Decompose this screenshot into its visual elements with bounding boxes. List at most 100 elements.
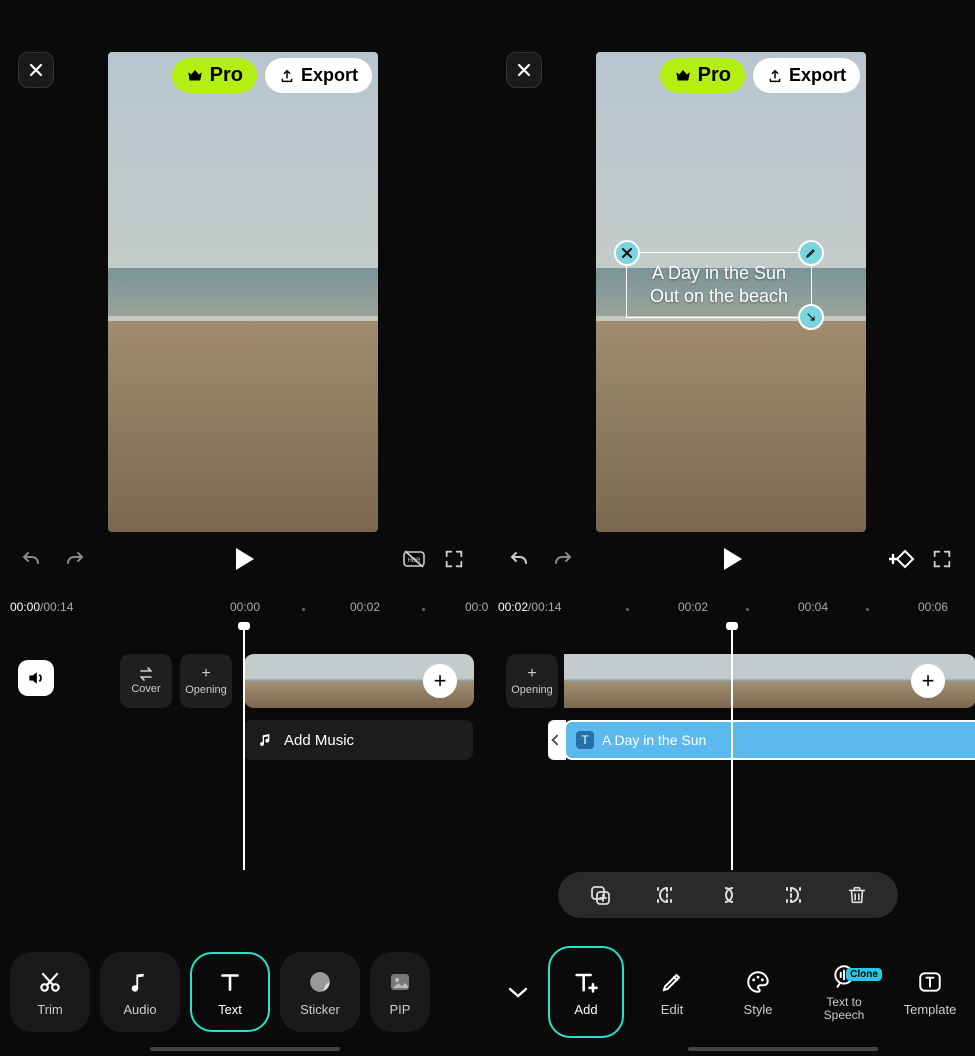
split-left-button[interactable] — [651, 884, 677, 906]
opening-label: Opening — [185, 684, 227, 696]
redo-button[interactable] — [60, 544, 90, 574]
ruler-tick: 00:0 — [465, 600, 488, 614]
split-button[interactable] — [716, 884, 742, 906]
text-clip-label: A Day in the Sun — [602, 732, 706, 748]
upload-icon — [279, 68, 295, 84]
opening-button[interactable]: + Opening — [506, 654, 558, 708]
audio-tool[interactable]: Audio — [100, 952, 180, 1032]
time-ruler: 00:02/00:14 00:02 00:04 00:06 — [498, 600, 965, 620]
tool-label: Text to Speech — [824, 996, 865, 1022]
sticker-icon — [307, 968, 333, 996]
swap-icon — [138, 667, 154, 681]
overlay-line2: Out on the beach — [627, 285, 811, 308]
playhead[interactable] — [243, 626, 245, 870]
tool-label: Edit — [661, 1002, 683, 1017]
upload-icon — [767, 68, 783, 84]
time-ruler: 00:00/00:14 00:00 00:02 00:0 — [10, 600, 477, 620]
ruler-tick: 00:00 — [230, 600, 260, 614]
play-button[interactable] — [722, 546, 744, 572]
add-music-label: Add Music — [284, 732, 354, 749]
cover-label: Cover — [131, 683, 160, 695]
overlay-edit-handle[interactable] — [798, 240, 824, 266]
text-tool[interactable]: Text — [190, 952, 270, 1032]
tool-label: PIP — [390, 1002, 411, 1017]
play-button[interactable] — [234, 546, 256, 572]
scissors-icon — [37, 968, 63, 996]
bottom-toolbar: Trim Audio Text Sticker PIP — [0, 942, 487, 1042]
text-clip[interactable]: T A Day in the Sun — [564, 720, 975, 760]
pro-badge[interactable]: Pro — [660, 58, 745, 93]
text-icon — [217, 968, 243, 996]
edit-tool[interactable]: Edit — [634, 952, 710, 1032]
add-text-tool[interactable]: Add — [548, 946, 624, 1038]
ruler-tick: 00:04 — [798, 600, 828, 614]
text-add-icon — [572, 968, 600, 996]
export-label: Export — [301, 65, 358, 86]
tool-label: Audio — [123, 1002, 156, 1017]
ruler-tick: 00:06 — [918, 600, 948, 614]
split-right-button[interactable] — [781, 884, 807, 906]
export-button[interactable]: Export — [265, 58, 372, 93]
undo-button[interactable] — [16, 544, 46, 574]
playhead[interactable] — [731, 626, 733, 870]
current-time: 00:02 — [498, 600, 528, 614]
add-clip-button[interactable]: + — [911, 664, 945, 698]
tool-label: Text — [218, 1002, 242, 1017]
export-button[interactable]: Export — [753, 58, 860, 93]
pro-label: Pro — [210, 64, 243, 87]
video-preview[interactable]: Pro Export — [108, 52, 378, 532]
fullscreen-button[interactable] — [927, 544, 957, 574]
tool-label: Trim — [37, 1002, 63, 1017]
close-button[interactable] — [18, 52, 54, 88]
palette-icon — [745, 968, 771, 996]
clone-badge: Clone — [846, 968, 882, 981]
overlay-delete-handle[interactable] — [614, 240, 640, 266]
pro-badge[interactable]: Pro — [172, 58, 257, 93]
opening-button[interactable]: + Opening — [180, 654, 232, 708]
image-icon — [388, 968, 412, 996]
current-time: 00:00 — [10, 600, 40, 614]
timeline[interactable]: Cover + Opening + Add Music — [0, 640, 487, 890]
add-clip-button[interactable]: + — [423, 664, 457, 698]
undo-button[interactable] — [504, 544, 534, 574]
music-note-icon — [258, 732, 274, 748]
total-time: /00:14 — [528, 600, 561, 614]
panel-left-editor: Pro Export HDR 00:00/00:14 00:00 00:02 0… — [0, 0, 487, 1056]
fullscreen-button[interactable] — [439, 544, 469, 574]
redo-button[interactable] — [548, 544, 578, 574]
ruler-tick: 00:02 — [350, 600, 380, 614]
opening-label: Opening — [511, 684, 553, 696]
close-button[interactable] — [506, 52, 542, 88]
text-overlay[interactable]: A Day in the Sun Out on the beach — [626, 252, 812, 318]
total-time: /00:14 — [40, 600, 73, 614]
pencil-icon — [660, 968, 684, 996]
scroll-indicator — [688, 1047, 878, 1051]
template-tool[interactable]: Template — [892, 952, 968, 1032]
hdr-toggle[interactable]: HDR — [399, 544, 429, 574]
cover-button[interactable]: Cover — [120, 654, 172, 708]
crown-icon — [674, 67, 692, 85]
collapse-button[interactable] — [498, 985, 538, 999]
tts-tool[interactable]: Clone Text to Speech — [806, 952, 882, 1032]
panel-right-editor: Pro Export A Day in the Sun Out on the b… — [488, 0, 975, 1056]
timeline[interactable]: + Opening + T A Day in the Sun — [488, 640, 975, 890]
pip-tool[interactable]: PIP — [370, 952, 430, 1032]
pro-label: Pro — [698, 64, 731, 87]
ruler-tick: 00:02 — [678, 600, 708, 614]
music-icon — [129, 968, 151, 996]
delete-button[interactable] — [846, 884, 868, 906]
add-music-track[interactable]: Add Music — [244, 720, 473, 760]
overlay-line1: A Day in the Sun — [627, 262, 811, 285]
duplicate-button[interactable] — [588, 883, 612, 907]
sticker-tool[interactable]: Sticker — [280, 952, 360, 1032]
style-tool[interactable]: Style — [720, 952, 796, 1032]
controls-row: HDR — [0, 544, 487, 584]
mute-button[interactable] — [18, 660, 54, 696]
export-label: Export — [789, 65, 846, 86]
overlay-resize-handle[interactable] — [798, 304, 824, 330]
scroll-indicator — [150, 1047, 340, 1051]
tool-label: Template — [904, 1002, 957, 1017]
trim-tool[interactable]: Trim — [10, 952, 90, 1032]
keyframe-button[interactable] — [887, 544, 917, 574]
clip-action-bar — [558, 872, 898, 918]
